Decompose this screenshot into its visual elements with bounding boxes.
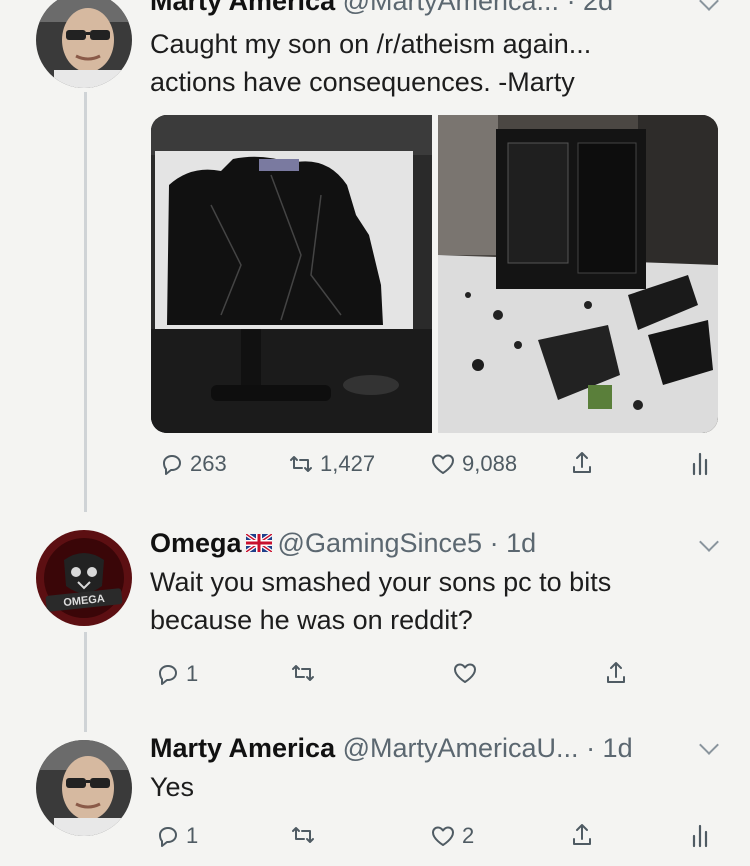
heart-icon: [454, 663, 476, 683]
tweet-text-line: actions have consequences. -Marty: [150, 67, 575, 97]
share-button[interactable]: [570, 822, 594, 848]
tweet-text: Wait you smashed your sons pc to bits be…: [150, 563, 611, 639]
analytics-button[interactable]: [690, 822, 710, 848]
like-count: 2: [462, 823, 475, 848]
retweet-icon: [290, 456, 312, 472]
avatar[interactable]: OMEGA: [36, 530, 132, 626]
heart-icon: [432, 826, 454, 846]
author-handle[interactable]: @GamingSince5: [278, 528, 483, 558]
analytics-button[interactable]: [690, 450, 710, 476]
tweet-photo-monitor[interactable]: [151, 115, 432, 433]
reply-count: 1: [186, 823, 199, 848]
tweet-text-line: Wait you smashed your sons pc to bits: [150, 567, 612, 597]
reply-button[interactable]: 263: [160, 451, 227, 477]
author-name[interactable]: Omega: [150, 528, 242, 558]
retweet-count: 1,427: [320, 451, 376, 476]
share-button[interactable]: [570, 450, 594, 476]
tweet-photo-pc[interactable]: [438, 115, 718, 433]
author-handle[interactable]: @MartyAmericaU...: [343, 733, 579, 763]
avatar[interactable]: [36, 740, 132, 836]
chevron-down-icon[interactable]: [699, 532, 719, 552]
avatar[interactable]: [36, 0, 132, 88]
tweet-header: Marty America @MartyAmericaU... · 1d: [150, 733, 633, 764]
reply-icon: [163, 455, 181, 475]
tweet-time[interactable]: · 1d: [586, 733, 633, 763]
share-button[interactable]: [604, 660, 628, 686]
thread-line-1: [84, 92, 87, 512]
reply-icon: [159, 665, 177, 685]
thread-line-2: [84, 632, 87, 732]
tweet-text-line: Caught my son on /r/atheism again...: [150, 29, 592, 59]
avatar-image: OMEGA: [36, 530, 132, 626]
photo-monitor-image: [151, 115, 432, 433]
chevron-down-icon[interactable]: [699, 735, 719, 755]
heart-icon: [432, 454, 454, 474]
analytics-icon: [692, 452, 708, 476]
like-button[interactable]: [452, 661, 478, 685]
reply-button[interactable]: 1: [156, 823, 198, 849]
tweet-text: Caught my son on /r/atheism again... act…: [150, 25, 591, 101]
tweet-header: Marty America @MartyAmerica... · 2d: [150, 0, 613, 17]
reply-count: 263: [190, 451, 227, 476]
author-handle[interactable]: @MartyAmerica...: [343, 0, 559, 16]
tweet-text-line: because he was on reddit?: [150, 605, 473, 635]
tweet-header: Omega @GamingSince5 · 1d: [150, 528, 536, 559]
author-name[interactable]: Marty America: [150, 0, 335, 16]
share-icon: [573, 824, 591, 845]
retweet-button[interactable]: 1,427: [288, 451, 375, 477]
retweet-icon: [292, 827, 314, 843]
analytics-icon: [692, 824, 708, 848]
photo-pc-image: [438, 115, 718, 433]
tweet-text: Yes: [150, 768, 194, 806]
share-icon: [573, 452, 591, 473]
retweet-button[interactable]: [290, 823, 316, 847]
tweet-time[interactable]: · 1d: [490, 528, 537, 558]
author-name[interactable]: Marty America: [150, 733, 335, 763]
tweet-text-line: Yes: [150, 772, 195, 802]
tweet-time[interactable]: · 2d: [567, 0, 614, 16]
uk-flag-icon: [245, 533, 272, 552]
reply-button[interactable]: 1: [156, 661, 198, 687]
retweet-button[interactable]: [290, 661, 316, 685]
like-count: 9,088: [462, 451, 518, 476]
reply-icon: [159, 827, 177, 847]
chevron-down-icon[interactable]: [699, 0, 719, 11]
avatar-image: [36, 740, 132, 836]
retweet-icon: [292, 665, 314, 681]
share-icon: [607, 662, 625, 683]
like-button[interactable]: 2: [430, 823, 474, 849]
reply-count: 1: [186, 661, 199, 686]
avatar-image: [36, 0, 132, 88]
like-button[interactable]: 9,088: [430, 451, 517, 477]
